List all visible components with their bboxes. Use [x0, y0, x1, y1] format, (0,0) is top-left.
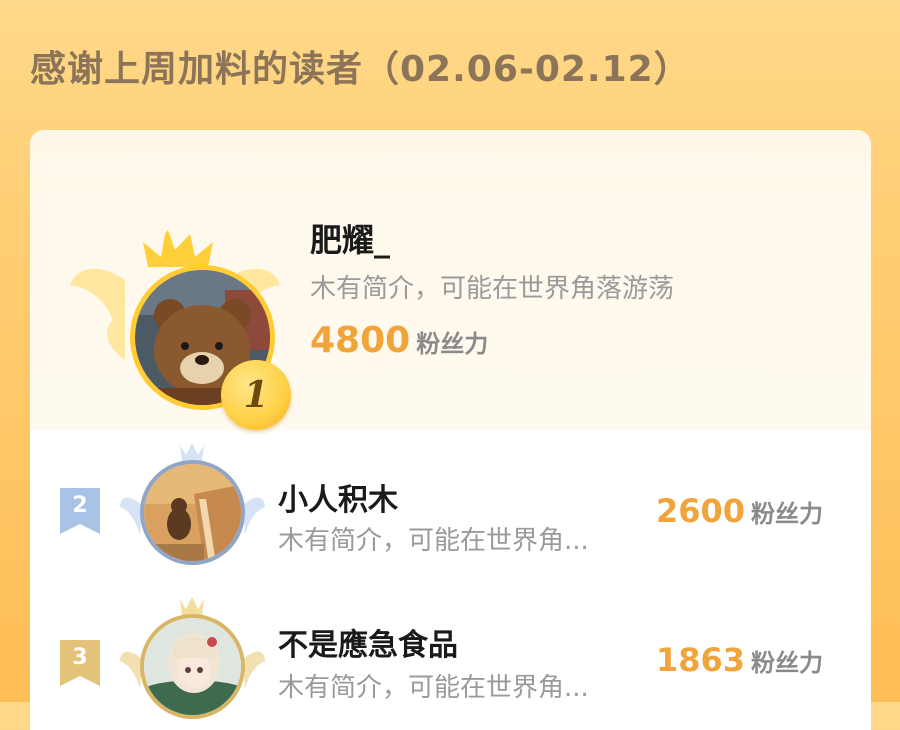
rank-3-name[interactable]: 不是應急食品 — [278, 620, 458, 664]
leaderboard-card: 1 肥耀_ 木有简介，可能在世界角落游荡 4800 粉丝力 2 小人积木 木有简… — [30, 130, 871, 730]
rank-2-name[interactable]: 小人积木 — [278, 475, 398, 519]
list-item-rank-2[interactable]: 2 小人积木 木有简介，可能在世界角... 2600 粉丝力 — [30, 430, 871, 580]
rank-3-avatar[interactable] — [140, 614, 245, 719]
score-unit-label: 粉丝力 — [751, 649, 823, 677]
score-unit-label: 粉丝力 — [416, 330, 489, 358]
rank-1-medal: 1 — [221, 360, 291, 430]
rank-3-bio: 木有简介，可能在世界角... — [278, 673, 589, 703]
score-value: 2600 — [655, 492, 745, 530]
score-value: 1863 — [655, 641, 745, 679]
top-reader-avatar-group[interactable]: 1 — [65, 180, 291, 430]
score-value: 4800 — [310, 320, 411, 361]
top-reader-score: 4800 粉丝力 — [310, 320, 488, 361]
rank-3-score: 1863 粉丝力 — [656, 641, 823, 679]
top-reader-panel[interactable]: 1 肥耀_ 木有简介，可能在世界角落游荡 4800 粉丝力 — [30, 130, 871, 430]
rank-2-avatar[interactable] — [140, 460, 245, 565]
rank-2-score: 2600 粉丝力 — [656, 492, 823, 530]
rank-2-bio: 木有简介，可能在世界角... — [278, 526, 589, 556]
anime-girl-avatar-image — [144, 618, 241, 715]
score-unit-label: 粉丝力 — [751, 500, 823, 528]
autumn-cat-avatar-image — [144, 464, 241, 561]
rank-3-avatar-group[interactable] — [120, 589, 265, 729]
rank-2-avatar-group[interactable] — [120, 435, 265, 575]
top-reader-bio: 木有简介，可能在世界角落游荡 — [310, 274, 675, 304]
rank-2-badge: 2 — [60, 488, 100, 534]
page-title: 感谢上周加料的读者（02.06-02.12） — [30, 49, 691, 90]
rank-3-badge: 3 — [60, 640, 100, 686]
top-reader-name[interactable]: 肥耀_ — [310, 215, 390, 261]
list-item-rank-3[interactable]: 3 不是應急食品 木有简介，可能在世界角... 1863 粉丝力 — [30, 585, 871, 730]
